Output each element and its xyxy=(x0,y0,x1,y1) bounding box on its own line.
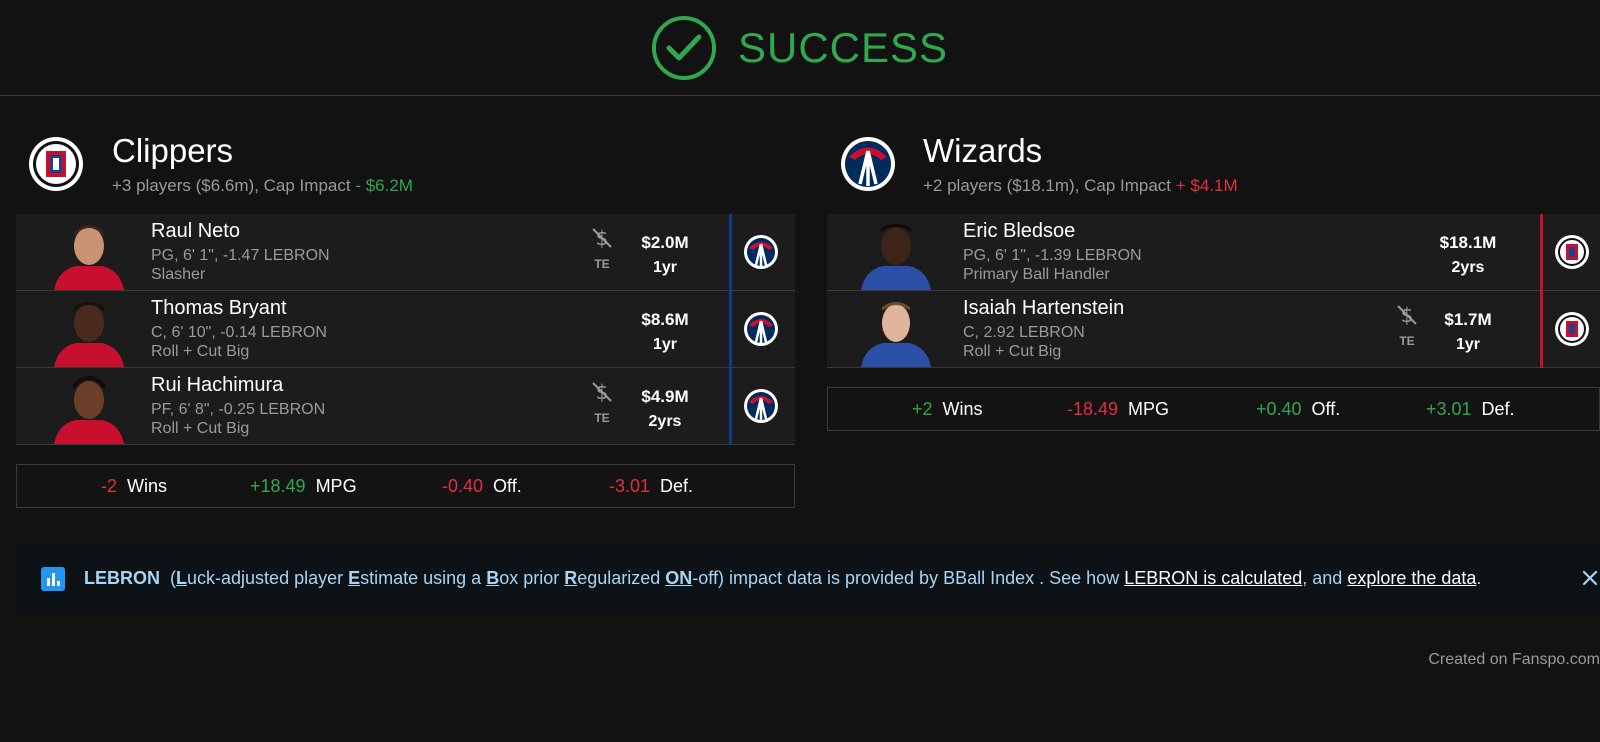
stat-mpg: +18.49 MPG xyxy=(250,476,357,496)
player-info: PG, 6' 1", -1.39 LEBRON Primary Ball Hand… xyxy=(963,247,1142,283)
trade-exception: $ TE xyxy=(1387,303,1427,348)
clippers-logo-icon xyxy=(1555,235,1589,269)
player-name: Rui Hachimura xyxy=(151,374,284,396)
player-list: Eric Bledsoe PG, 6' 1", -1.39 LEBRON Prim… xyxy=(827,214,1600,368)
contract: $1.7M 1yr xyxy=(1444,310,1492,353)
team-summary: +3 players ($6.6m), Cap Impact - $6.2M xyxy=(112,176,413,195)
team-summary: +2 players ($18.1m), Cap Impact + $4.1M xyxy=(923,176,1238,195)
team-divider xyxy=(1540,214,1543,291)
no-money-icon: $ xyxy=(592,380,612,404)
success-header: SUCCESS xyxy=(0,0,1600,96)
stat-wins: +2 Wins xyxy=(912,399,983,419)
explore-data-link[interactable]: explore the data xyxy=(1347,568,1476,588)
clippers-logo-icon xyxy=(29,137,83,191)
player-photo xyxy=(861,302,931,367)
wizards-logo-icon xyxy=(744,312,778,346)
team-clippers: Clippers +3 players ($6.6m), Cap Impact … xyxy=(16,132,795,508)
team-divider xyxy=(729,214,732,291)
team-stats: +2 Wins -18.49 MPG +0.40 Off. +3.01 Def. xyxy=(827,387,1600,431)
player-info: PF, 6' 8", -0.25 LEBRON Roll + Cut Big xyxy=(151,401,326,437)
contract: $8.6M 1yr xyxy=(641,310,689,353)
wizards-logo-icon xyxy=(841,137,895,191)
player-row[interactable]: Raul Neto PG, 6' 1", -1.47 LEBRON Slasher… xyxy=(16,214,795,291)
player-name: Raul Neto xyxy=(151,220,240,242)
team-name: Clippers xyxy=(112,132,234,169)
player-photo xyxy=(54,225,124,290)
player-photo xyxy=(54,302,124,367)
clippers-logo-icon xyxy=(1555,312,1589,346)
team-divider xyxy=(729,368,732,445)
contract: $2.0M 1yr xyxy=(641,233,689,276)
player-list: Raul Neto PG, 6' 1", -1.47 LEBRON Slasher… xyxy=(16,214,795,445)
player-photo xyxy=(54,376,124,444)
team-header: Wizards +2 players ($18.1m), Cap Impact … xyxy=(827,132,1600,212)
stat-def: +3.01 Def. xyxy=(1426,399,1515,419)
stat-off: +0.40 Off. xyxy=(1256,399,1341,419)
player-info: PG, 6' 1", -1.47 LEBRON Slasher xyxy=(151,247,330,283)
trade-exception: $ TE xyxy=(582,226,622,271)
contract: $18.1M 2yrs xyxy=(1439,233,1497,276)
player-info: C, 6' 10", -0.14 LEBRON Roll + Cut Big xyxy=(151,324,327,360)
stat-def: -3.01 Def. xyxy=(609,476,694,496)
player-row[interactable]: Rui Hachimura PF, 6' 8", -0.25 LEBRON Rol… xyxy=(16,368,795,445)
player-name: Eric Bledsoe xyxy=(963,220,1076,242)
team-divider xyxy=(1540,291,1543,368)
lebron-description: LEBRON (Luck-adjusted player Estimate us… xyxy=(84,568,1482,588)
stat-mpg: -18.49 MPG xyxy=(1067,399,1170,419)
player-info: C, 2.92 LEBRON Roll + Cut Big xyxy=(963,324,1085,360)
check-circle-icon xyxy=(651,15,716,80)
cap-impact: + $4.1M xyxy=(1175,176,1238,195)
player-row[interactable]: Isaiah Hartenstein C, 2.92 LEBRON Roll + … xyxy=(827,291,1600,368)
lebron-info-banner: LEBRON (Luck-adjusted player Estimate us… xyxy=(16,546,1600,612)
wizards-logo-icon xyxy=(744,235,778,269)
cap-impact: - $6.2M xyxy=(355,176,413,195)
wizards-logo-icon xyxy=(744,389,778,423)
player-name: Thomas Bryant xyxy=(151,297,287,319)
team-divider xyxy=(729,291,732,368)
bar-chart-icon xyxy=(41,567,65,591)
team-name: Wizards xyxy=(923,132,1043,169)
player-photo xyxy=(861,224,931,290)
trade-exception: $ TE xyxy=(582,380,622,425)
player-row[interactable]: Eric Bledsoe PG, 6' 1", -1.39 LEBRON Prim… xyxy=(827,214,1600,291)
stat-wins: -2 Wins xyxy=(101,476,168,496)
team-wizards: Wizards +2 players ($18.1m), Cap Impact … xyxy=(827,132,1600,431)
success-title: SUCCESS xyxy=(737,23,949,71)
player-name: Isaiah Hartenstein xyxy=(963,297,1125,319)
player-row[interactable]: Thomas Bryant C, 6' 10", -0.14 LEBRON Rol… xyxy=(16,291,795,368)
team-header: Clippers +3 players ($6.6m), Cap Impact … xyxy=(16,132,795,212)
close-icon[interactable] xyxy=(1578,566,1600,590)
footer-credit: Created on Fanspo.com xyxy=(1428,651,1600,668)
contract: $4.9M 2yrs xyxy=(641,387,689,430)
no-money-icon: $ xyxy=(592,226,612,250)
stat-off: -0.40 Off. xyxy=(442,476,522,496)
no-money-icon: $ xyxy=(1397,303,1417,327)
lebron-calculated-link[interactable]: LEBRON is calculated xyxy=(1124,568,1302,588)
team-stats: -2 Wins +18.49 MPG -0.40 Off. -3.01 Def. xyxy=(16,464,795,508)
